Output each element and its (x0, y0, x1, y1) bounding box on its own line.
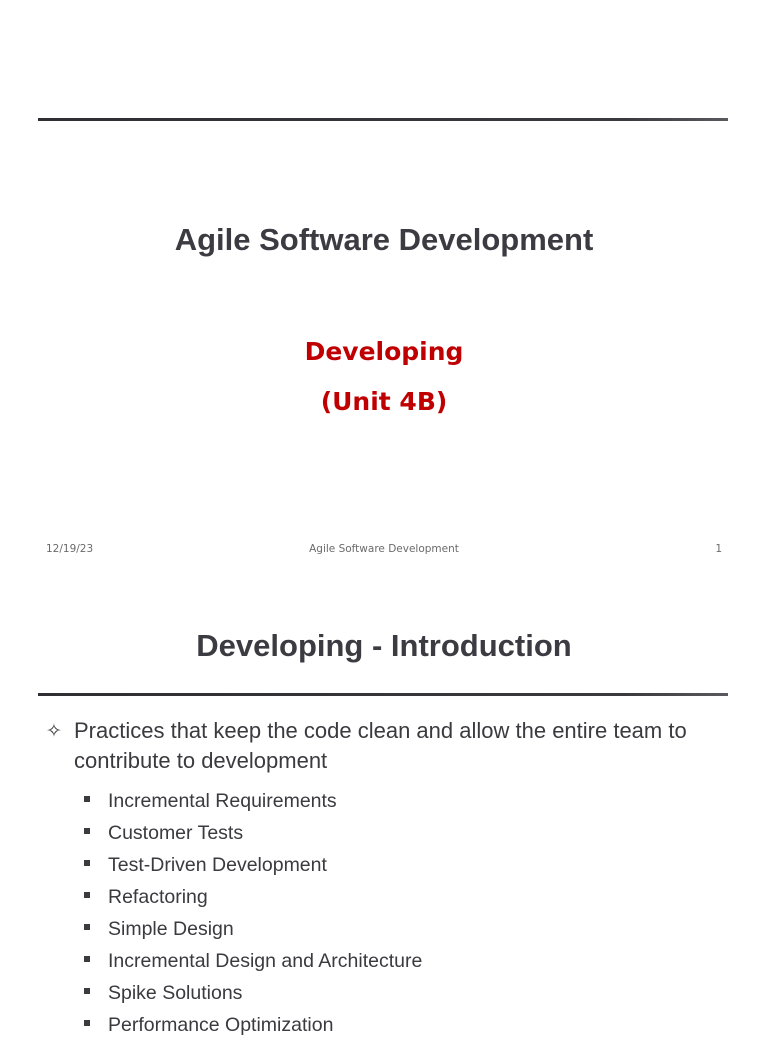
list-item: Spike Solutions (84, 977, 422, 1009)
list-item-label: Refactoring (108, 885, 208, 908)
square-bullet-icon (84, 796, 90, 802)
list-item: Incremental Requirements (84, 785, 422, 817)
list-item: Test-Driven Development (84, 849, 422, 881)
four-pointed-star-outline-icon: ✧ (46, 720, 62, 742)
list-item-label: Simple Design (108, 917, 234, 940)
square-bullet-icon (84, 956, 90, 962)
list-item: Performance Optimization (84, 1009, 422, 1041)
list-item-label: Performance Optimization (108, 1013, 334, 1036)
slide2-title-rule (38, 693, 728, 696)
square-bullet-icon (84, 828, 90, 834)
square-bullet-icon (84, 1020, 90, 1026)
slide1-subtitle-line2: (Unit 4B) (320, 387, 448, 416)
slide1-subtitle-line1: Developing (304, 337, 464, 366)
slide2-main-bullet: ✧ Practices that keep the code clean and… (46, 716, 736, 776)
slide1-title: Agile Software Development (174, 222, 594, 257)
square-bullet-icon (84, 860, 90, 866)
slide1-footer-page-number: 1 (715, 543, 722, 555)
square-bullet-icon (84, 988, 90, 994)
list-item-label: Test-Driven Development (108, 853, 327, 876)
slide1-top-rule (38, 118, 728, 121)
square-bullet-icon (84, 924, 90, 930)
square-bullet-icon (84, 892, 90, 898)
main-bullet-text: Practices that keep the code clean and a… (74, 718, 687, 773)
slide1-footer-title: Agile Software Development (309, 543, 459, 555)
list-item: Customer Tests (84, 817, 422, 849)
list-item: Simple Design (84, 913, 422, 945)
list-item: Incremental Design and Architecture (84, 945, 422, 977)
list-item-label: Customer Tests (108, 821, 244, 844)
list-item-label: Incremental Requirements (108, 789, 337, 812)
slide2-title: Developing - Introduction (196, 628, 572, 663)
slide2-sub-bullet-list: Incremental Requirements Customer Tests … (84, 785, 422, 1041)
list-item-label: Spike Solutions (108, 981, 243, 1004)
list-item-label: Incremental Design and Architecture (108, 949, 423, 972)
list-item: Refactoring (84, 881, 422, 913)
